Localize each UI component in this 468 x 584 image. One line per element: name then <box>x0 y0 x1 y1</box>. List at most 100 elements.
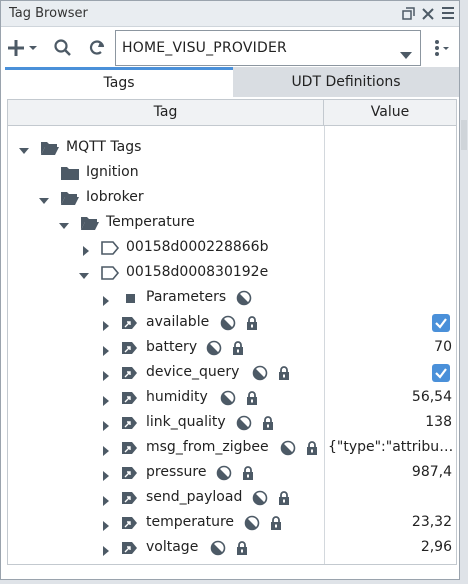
tree-label: humidity <box>146 389 208 405</box>
tag-provider-select[interactable]: HOME_VISU_PROVIDER <box>115 30 421 66</box>
expand-closed-icon[interactable] <box>100 392 112 406</box>
lock-icon <box>276 490 292 506</box>
refresh-icon[interactable] <box>87 38 107 58</box>
udt-instance-icon <box>100 239 120 257</box>
expand-closed-icon[interactable] <box>100 342 112 356</box>
tree-label: 00158d000228866b <box>126 239 269 255</box>
expand-closed-icon[interactable] <box>100 367 112 381</box>
expand-closed-icon[interactable] <box>100 517 112 531</box>
tag-row-available[interactable]: available <box>8 311 456 336</box>
expand-open-icon[interactable] <box>18 142 30 154</box>
expand-closed-icon[interactable] <box>80 242 92 256</box>
tree-label: 00158d000830192e <box>126 264 269 280</box>
inherited-icon <box>220 315 236 331</box>
expand-closed-icon[interactable] <box>100 417 112 431</box>
tree-label: Ignition <box>86 164 139 180</box>
tree-label: link_quality <box>146 414 226 430</box>
tree-row-parameters[interactable]: Parameters <box>8 286 456 311</box>
popout-icon[interactable] <box>399 5 417 23</box>
tree-label: pressure <box>146 464 207 480</box>
inherited-icon <box>252 490 268 506</box>
value-checkbox[interactable] <box>432 314 450 332</box>
tag-tree: Tag Value MQTT Tags Ignition Iobroker Te… <box>7 99 457 565</box>
reference-tag-icon <box>120 539 140 557</box>
tag-row-pressure[interactable]: pressure 987,4 <box>8 461 456 486</box>
tree-label: device_query <box>146 364 240 380</box>
tree-row-ignition[interactable]: Ignition <box>8 161 456 186</box>
tag-row-voltage[interactable]: voltage 2,96 <box>8 536 456 561</box>
expand-open-icon[interactable] <box>78 267 90 279</box>
reference-tag-icon <box>120 314 140 332</box>
menu-icon[interactable] <box>439 5 457 23</box>
tag-row-link-quality[interactable]: link_quality 138 <box>8 411 456 436</box>
lock-icon <box>240 465 256 481</box>
tab-udt-definitions[interactable]: UDT Definitions <box>233 67 459 97</box>
tag-row-battery[interactable]: battery 70 <box>8 336 456 361</box>
add-tag-button[interactable] <box>7 38 39 58</box>
folder-open-icon <box>40 139 60 157</box>
lock-icon <box>268 515 284 531</box>
reference-tag-icon <box>120 489 140 507</box>
search-icon[interactable] <box>53 38 73 58</box>
tree-label: Iobroker <box>86 189 144 205</box>
column-header-tag[interactable]: Tag <box>8 100 324 125</box>
udt-instance-icon <box>100 264 120 282</box>
reference-tag-icon <box>120 364 140 382</box>
expand-closed-icon[interactable] <box>100 492 112 506</box>
tree-label: available <box>146 314 210 330</box>
tag-row-msg-from-zigbee[interactable]: msg_from_zigbee {"type":"attribute... <box>8 436 456 461</box>
tree-row-device[interactable]: 00158d000228866b <box>8 236 456 261</box>
folder-open-icon <box>60 189 80 207</box>
value-checkbox[interactable] <box>432 364 450 382</box>
inherited-icon <box>206 340 222 356</box>
tree-row-iobroker[interactable]: Iobroker <box>8 186 456 211</box>
lock-icon <box>244 315 260 331</box>
expand-open-icon[interactable] <box>58 217 70 229</box>
inherited-icon <box>220 390 236 406</box>
expand-closed-icon[interactable] <box>100 542 112 556</box>
tree-label: msg_from_zigbee <box>146 439 269 455</box>
tag-row-temperature[interactable]: temperature 23,32 <box>8 511 456 536</box>
parameters-icon <box>122 289 142 307</box>
expand-closed-icon[interactable] <box>100 467 112 481</box>
resize-grip[interactable] <box>461 120 467 150</box>
tree-label: MQTT Tags <box>66 139 142 155</box>
expand-closed-icon[interactable] <box>100 292 112 306</box>
tree-label: temperature <box>146 514 234 530</box>
expand-closed-icon[interactable] <box>100 317 112 331</box>
tag-row-send-payload[interactable]: send_payload <box>8 486 456 511</box>
tag-value: 70 <box>434 339 452 355</box>
more-options-icon[interactable] <box>431 38 451 58</box>
tree-row-device[interactable]: 00158d000830192e <box>8 261 456 286</box>
inherited-icon <box>216 465 232 481</box>
tag-value: {"type":"attribute... <box>328 439 454 455</box>
window-title: Tag Browser <box>9 6 88 21</box>
close-icon[interactable] <box>419 5 437 23</box>
tag-browser-window: Tag Browser HOME_VISU_PROVIDER Tags UDT … <box>0 0 460 580</box>
inherited-icon <box>244 515 260 531</box>
inherited-icon <box>236 415 252 431</box>
expand-closed-icon[interactable] <box>100 442 112 456</box>
tag-row-humidity[interactable]: humidity 56,54 <box>8 386 456 411</box>
expand-open-icon[interactable] <box>38 192 50 204</box>
folder-open-icon <box>80 214 100 232</box>
reference-tag-icon <box>120 514 140 532</box>
reference-tag-icon <box>120 414 140 432</box>
tag-value: 2,96 <box>420 539 452 555</box>
tree-label: battery <box>146 339 198 355</box>
lock-icon <box>234 540 250 556</box>
tree-row-mqtt-tags[interactable]: MQTT Tags <box>8 136 456 161</box>
tree-row-temperature-folder[interactable]: Temperature <box>8 211 456 236</box>
tree-label: send_payload <box>146 489 243 505</box>
status-bar <box>1 567 459 579</box>
reference-tag-icon <box>120 389 140 407</box>
tree-label: Temperature <box>106 214 195 230</box>
tag-row-device-query[interactable]: device_query <box>8 361 456 386</box>
inherited-icon <box>252 365 268 381</box>
lock-icon <box>304 440 320 456</box>
tag-provider-value: HOME_VISU_PROVIDER <box>122 40 287 56</box>
tree-header: Tag Value <box>8 100 456 126</box>
tab-tags[interactable]: Tags <box>5 67 233 97</box>
column-header-value[interactable]: Value <box>324 100 456 125</box>
tag-value: 987,4 <box>411 464 452 480</box>
